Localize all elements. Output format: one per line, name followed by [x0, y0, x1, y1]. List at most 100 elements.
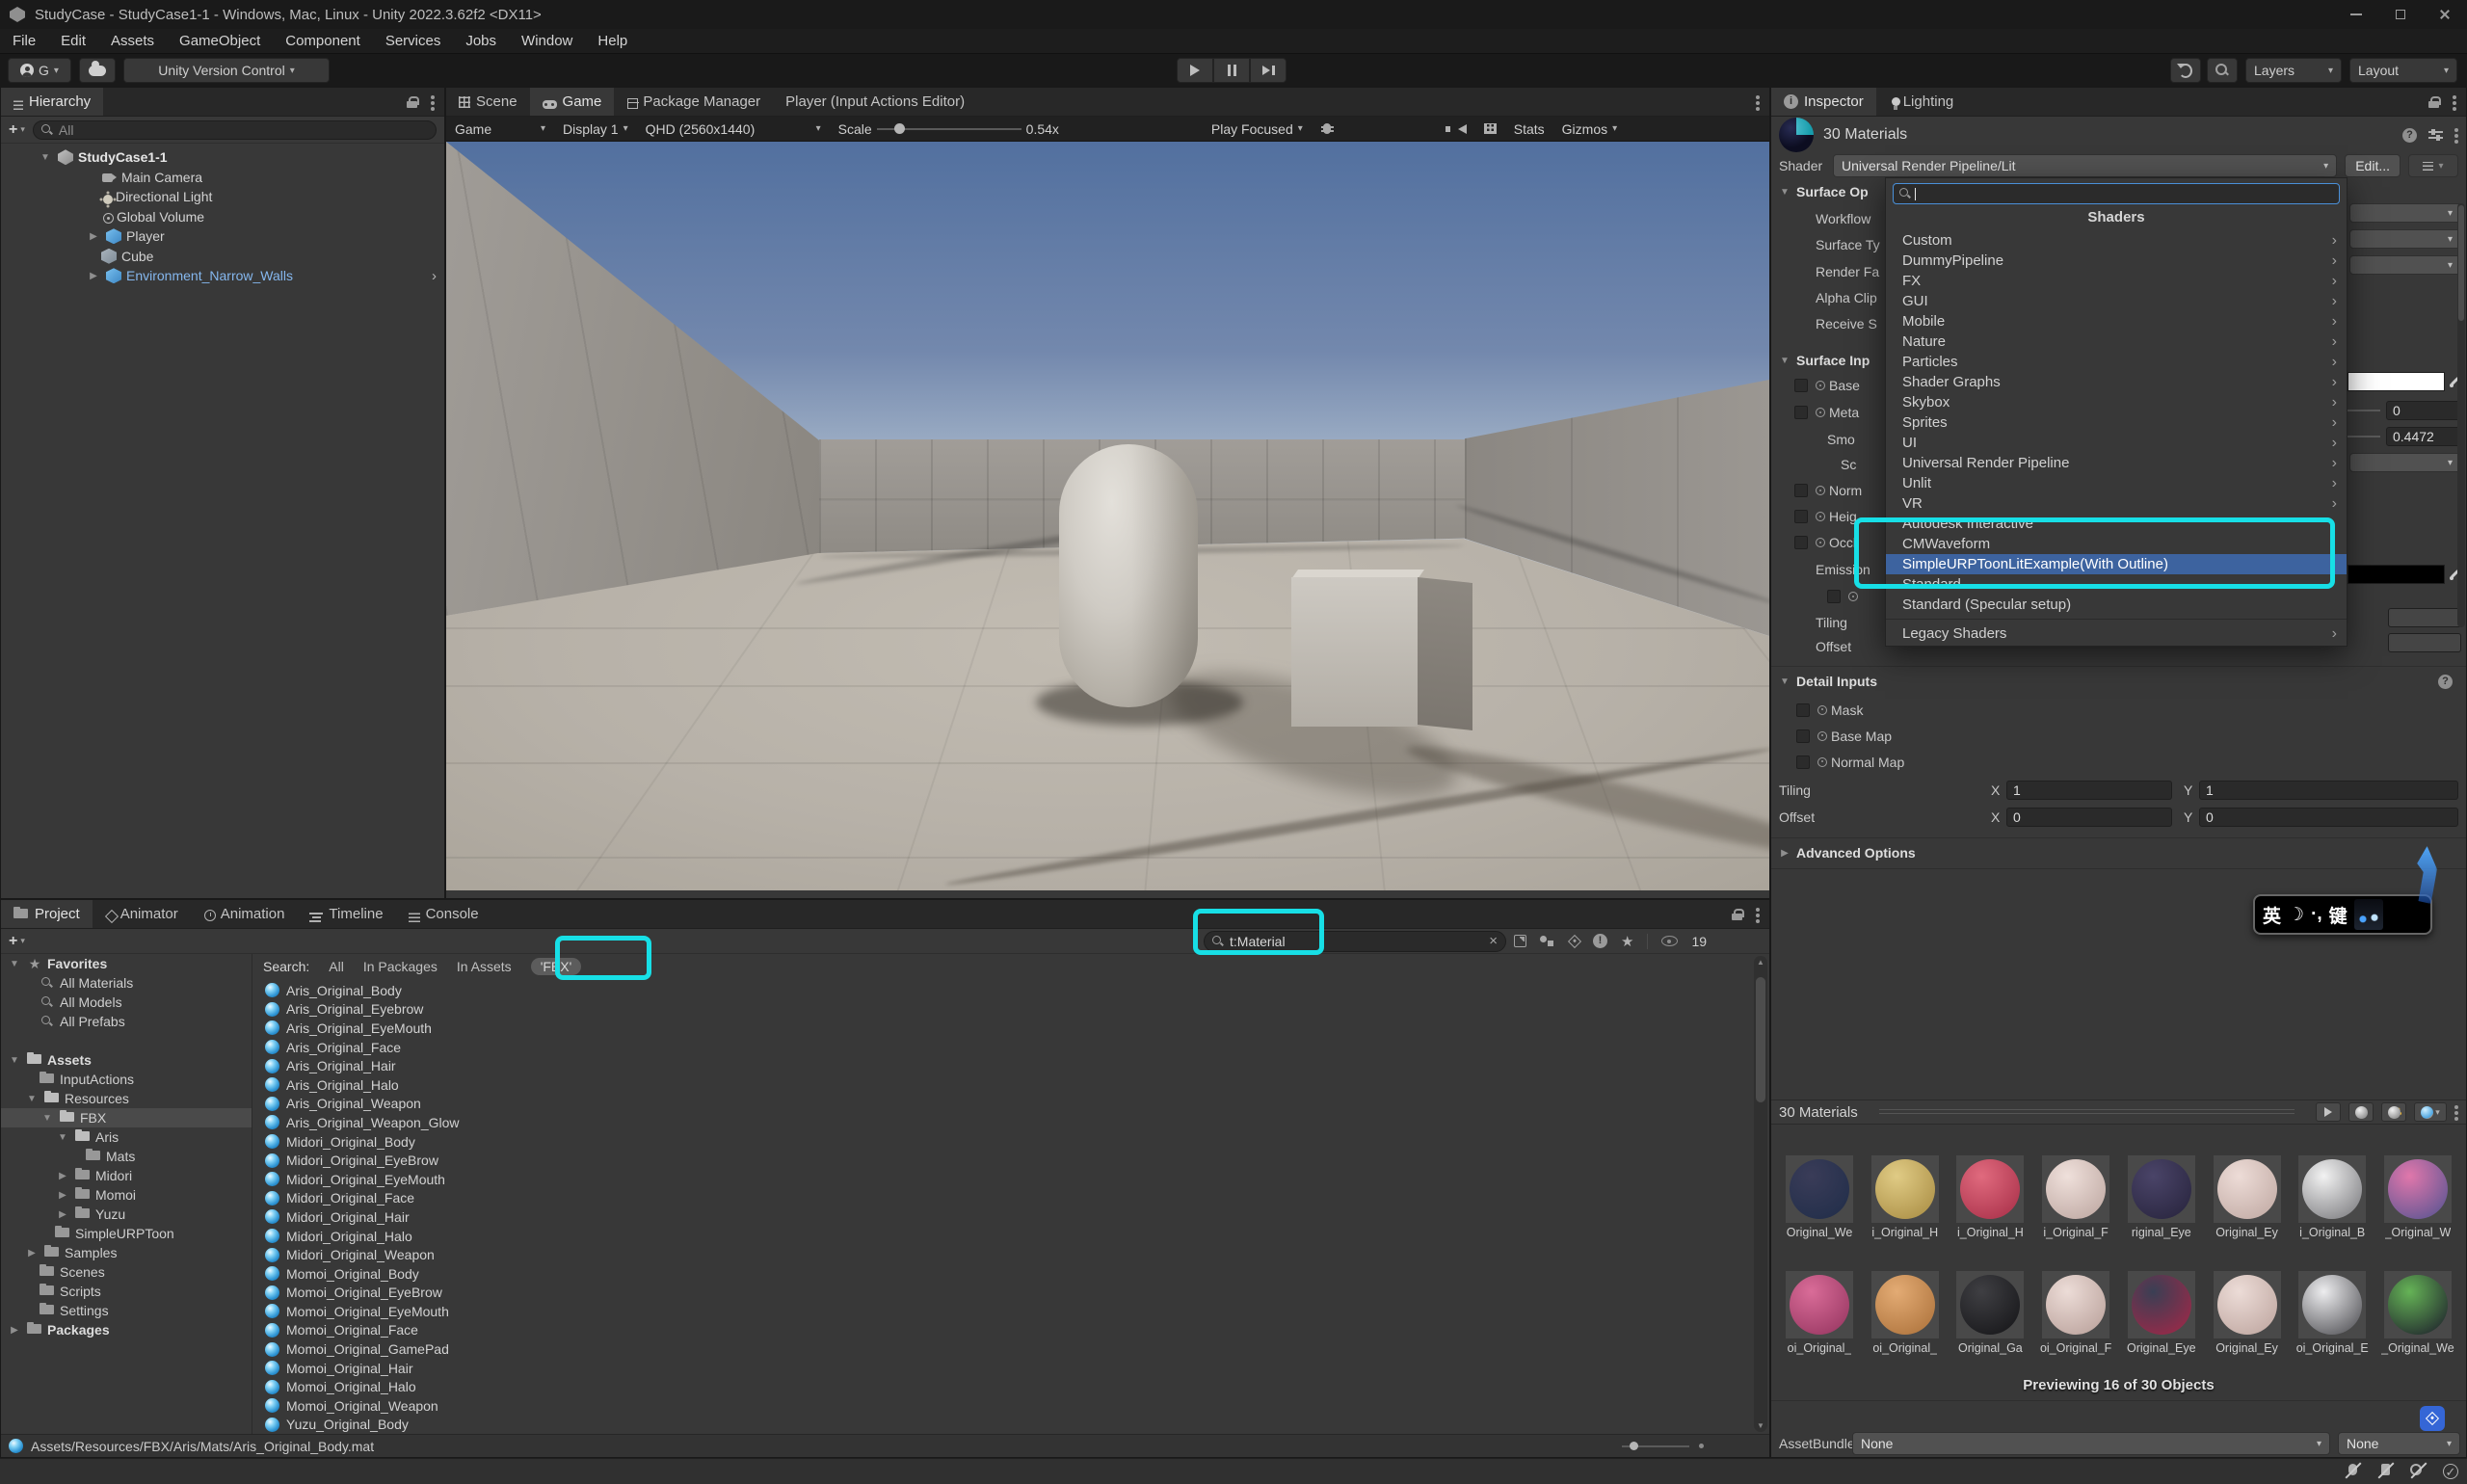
project-search-input[interactable]: t:Material — [1204, 931, 1506, 952]
material-preview[interactable]: oi_Original_E — [2292, 1271, 2373, 1355]
texture-checkbox[interactable] — [1794, 379, 1808, 392]
texture-checkbox[interactable] — [1794, 484, 1808, 497]
clear-search-icon[interactable] — [1489, 933, 1498, 949]
material-preview[interactable]: _Original_We — [2377, 1271, 2458, 1355]
expander-icon[interactable] — [55, 1190, 70, 1201]
base-color-swatch[interactable] — [2348, 372, 2445, 391]
folder-item[interactable]: All Prefabs — [1, 1012, 252, 1031]
expander-icon[interactable] — [7, 1055, 22, 1066]
shader-popup-item[interactable]: FX — [1886, 271, 2347, 291]
detail-texture-row[interactable]: Base Map — [1771, 723, 2466, 749]
foldout-icon[interactable] — [1777, 848, 1792, 859]
menu-item[interactable]: Component — [273, 29, 373, 54]
asset-row[interactable]: Midori_Original_Body — [253, 1132, 1752, 1152]
material-preview[interactable]: i_Original_B — [2292, 1155, 2373, 1239]
layout-dropdown[interactable]: Layout — [2349, 58, 2457, 83]
asset-row[interactable]: Momoi_Original_Hair — [253, 1359, 1752, 1378]
property-row[interactable]: Emission — [1771, 560, 1897, 579]
property-row[interactable]: Meta — [1771, 403, 1897, 422]
filter-all[interactable]: All — [329, 959, 344, 974]
shader-search-input[interactable] — [1893, 183, 2340, 204]
asset-row[interactable]: Midori_Original_EyeBrow — [253, 1151, 1752, 1170]
ime-language-indicator[interactable]: 英 — [2263, 902, 2281, 928]
search-by-label-icon[interactable] — [1568, 934, 1581, 947]
folder-item[interactable]: FBX — [1, 1108, 252, 1127]
bottom-tab[interactable]: Project — [1, 900, 93, 928]
lock-icon[interactable] — [2428, 96, 2439, 108]
folder-item[interactable]: Scenes — [1, 1262, 252, 1282]
folder-item[interactable]: Mats — [1, 1147, 252, 1166]
asset-row[interactable]: Aris_Original_Weapon — [253, 1095, 1752, 1114]
folder-item[interactable]: InputActions — [1, 1070, 252, 1089]
display-dropdown[interactable]: Display 1 — [554, 121, 637, 137]
minimize-button[interactable] — [2334, 0, 2378, 29]
view-tab[interactable]: Player (Input Actions Editor) — [773, 88, 977, 116]
add-object-button[interactable] — [9, 121, 25, 139]
asset-row[interactable]: Midori_Original_EyeMouth — [253, 1170, 1752, 1189]
texture-checkbox[interactable] — [1794, 536, 1808, 549]
drag-handle[interactable] — [1879, 1109, 2295, 1115]
expander-icon[interactable] — [24, 1094, 40, 1104]
asset-row[interactable]: Aris_Original_Hair — [253, 1056, 1752, 1075]
shader-popup-item[interactable]: Particles — [1886, 352, 2347, 372]
shader-popup-item[interactable] — [1886, 615, 2347, 623]
filter-in-packages[interactable]: In Packages — [363, 959, 438, 974]
kebab-menu-icon[interactable] — [2453, 95, 2456, 99]
cube-object[interactable] — [1291, 577, 1418, 727]
material-preview[interactable]: oi_Original_ — [1865, 1271, 1946, 1355]
asset-row[interactable]: Aris_Original_Body — [253, 981, 1752, 1000]
scale-slider[interactable] — [877, 128, 1021, 130]
folder-item[interactable]: Settings — [1, 1301, 252, 1320]
material-preview[interactable]: oi_Original_F — [2035, 1271, 2116, 1355]
expander-icon[interactable] — [86, 231, 101, 242]
render-face-dropdown[interactable] — [2349, 255, 2461, 275]
notifications-disabled-icon[interactable] — [2410, 1464, 2427, 1479]
property-row[interactable]: Sc — [1771, 455, 1897, 474]
play-focused-dropdown[interactable]: Play Focused — [1203, 121, 1312, 137]
foldout-icon[interactable] — [1777, 187, 1792, 198]
menu-item[interactable]: File — [0, 29, 48, 54]
texture-checkbox[interactable] — [1827, 590, 1841, 603]
thumbnail-size-slider[interactable] — [1622, 1445, 1689, 1447]
expander-icon[interactable] — [55, 1209, 70, 1220]
menu-item[interactable]: Jobs — [453, 29, 509, 54]
results-scrollbar[interactable]: ▲ ▼ — [1754, 956, 1767, 1432]
asset-row[interactable]: Momoi_Original_EyeMouth — [253, 1302, 1752, 1321]
advanced-options-header[interactable]: Advanced Options — [1771, 843, 2466, 862]
shader-popup-item[interactable]: Unlit — [1886, 473, 2347, 493]
hierarchy-item[interactable]: Directional Light — [1, 187, 444, 207]
gizmos-dropdown[interactable]: Gizmos — [1553, 121, 1626, 137]
property-row[interactable]: Surface Op — [1771, 182, 1897, 201]
bottom-tab[interactable]: Timeline — [297, 900, 395, 928]
view-tab[interactable]: Scene — [446, 88, 530, 116]
folder-item[interactable]: Scripts — [1, 1282, 252, 1301]
hierarchy-item[interactable]: Player — [1, 226, 444, 247]
property-row[interactable]: Surface Ty — [1771, 235, 1897, 254]
game-mode-dropdown[interactable]: Game — [446, 121, 554, 137]
folder-item[interactable]: Aris — [1, 1127, 252, 1147]
shader-popup-item[interactable]: Autodesk Interactive — [1886, 514, 2347, 534]
property-row[interactable]: Alpha Clip — [1771, 288, 1897, 307]
shader-popup-item[interactable]: Standard (Specular setup) — [1886, 595, 2347, 615]
property-row[interactable]: Render Fa — [1771, 262, 1897, 281]
property-row[interactable]: Norm — [1771, 481, 1897, 500]
shader-popup-item[interactable]: Skybox — [1886, 392, 2347, 412]
ok-status-icon[interactable] — [2443, 1464, 2460, 1479]
property-row[interactable]: Surface Inp — [1771, 351, 1897, 370]
search-button[interactable] — [2207, 58, 2238, 83]
kebab-menu-icon[interactable] — [2454, 1105, 2458, 1109]
asset-row[interactable]: Midori_Original_Hair — [253, 1207, 1752, 1227]
lock-icon[interactable] — [407, 96, 417, 108]
foldout-icon[interactable] — [1777, 676, 1792, 687]
assetbundle-dropdown[interactable]: None — [1852, 1432, 2330, 1455]
asset-row[interactable]: Midori_Original_Weapon — [253, 1245, 1752, 1264]
kebab-menu-icon[interactable] — [431, 95, 435, 99]
filter-term-chip[interactable]: 'FBX' — [531, 958, 582, 975]
shader-edit-button[interactable]: Edit... — [2345, 154, 2401, 177]
help-icon[interactable] — [2438, 675, 2453, 689]
preview-sphere-button[interactable] — [2348, 1102, 2374, 1122]
foldout-icon[interactable] — [1777, 356, 1792, 366]
folder-item[interactable]: Favorites — [1, 954, 252, 973]
material-preview[interactable]: Original_Ga — [1950, 1271, 2030, 1355]
maximize-button[interactable] — [2378, 0, 2423, 29]
